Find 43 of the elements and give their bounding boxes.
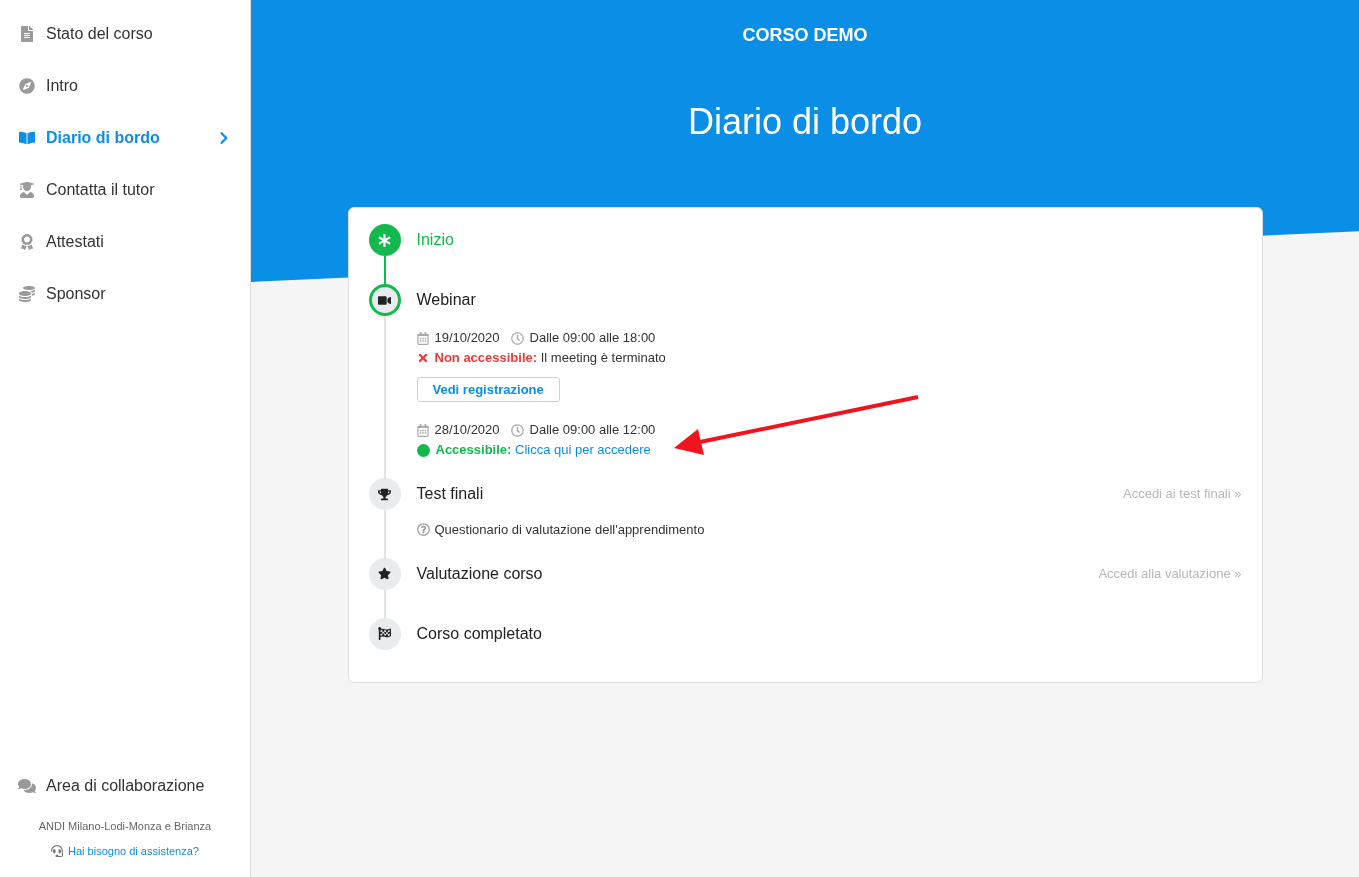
help-link[interactable]: Hai bisogno di assistenza? [0,842,250,859]
graduate-icon [19,182,35,198]
access-link[interactable]: Clicca qui per accedere [515,442,651,458]
calendar-icon [416,331,429,345]
collaboration-link[interactable]: Area di collaborazione [0,766,250,806]
sidebar-item[interactable]: Contatta il tutor [0,164,250,216]
step-title: Valutazione corso [416,563,543,584]
step-title: Corso completato [416,623,542,644]
organization-name: ANDI Milano-Lodi-Monza e Brianza [37,819,213,834]
compass-icon [19,78,35,94]
video-camera-icon [378,293,391,307]
session-status: Non accessibile: [434,350,538,366]
session-status: Accessibile: [435,442,512,458]
open-book-icon [19,130,35,146]
step-note: Questionario di valutazione dell'apprendimento [434,521,705,539]
session-time: Dalle 09:00 alle 18:00 [529,329,656,348]
question-icon [416,523,430,537]
asterisk-icon [378,233,391,247]
award-icon [19,234,35,250]
step-title: Inizio [416,230,454,250]
clock-icon [510,331,524,345]
clock-icon [510,423,524,437]
trophy-icon [378,487,391,501]
sidebar-item[interactable]: Stato del corso [0,8,250,60]
checkered-flag-icon [378,627,391,640]
sidebar-item[interactable]: Sponsor [0,268,250,320]
session-date: 19/10/2020 [434,329,500,348]
course-title: CORSO DEMO [742,24,868,47]
step-title: Test finali [416,484,484,504]
chevron-right-icon [218,131,230,145]
session-date: 28/10/2020 [434,421,500,440]
coins-icon [19,286,35,302]
headset-icon [51,844,64,857]
star-icon [378,567,391,580]
page-title: Diario di bordo [687,100,923,144]
calendar-icon [416,423,429,437]
step-title: Webinar [416,290,476,310]
document-icon [19,26,35,42]
session-time: Dalle 09:00 alle 12:00 [529,421,656,440]
chat-bubbles-icon [18,778,36,794]
sidebar-item[interactable]: Attestati [0,216,250,268]
status-message: Il meeting è terminato [540,350,666,366]
sidebar-item[interactable]: Intro [0,60,250,112]
